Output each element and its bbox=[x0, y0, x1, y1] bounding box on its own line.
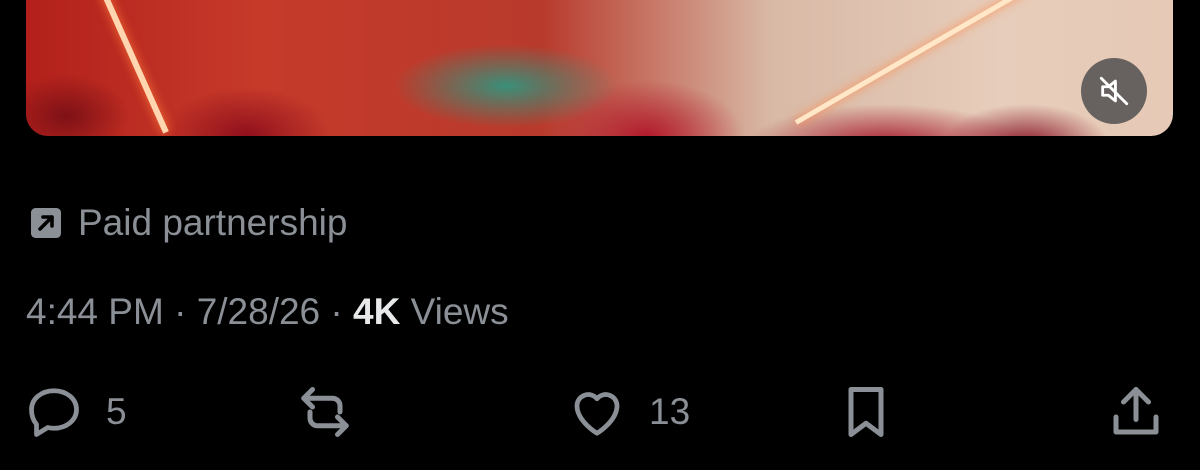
volume-muted-icon bbox=[1099, 76, 1129, 106]
like-button[interactable]: 13 bbox=[567, 382, 690, 442]
repost-icon bbox=[301, 387, 349, 437]
mute-button[interactable] bbox=[1081, 58, 1147, 124]
paid-partnership-arrow-icon bbox=[31, 208, 61, 238]
post-date[interactable]: 7/28/26 bbox=[197, 291, 320, 332]
video-thumbnail[interactable] bbox=[26, 0, 1173, 136]
heart-icon bbox=[574, 392, 620, 436]
bookmark-icon bbox=[848, 387, 884, 437]
reply-icon bbox=[29, 388, 79, 437]
views-count[interactable]: 4K bbox=[353, 291, 400, 332]
share-button[interactable] bbox=[1106, 382, 1166, 442]
paid-partnership-label[interactable]: Paid partnership bbox=[28, 202, 347, 244]
video-frame-crowd bbox=[26, 26, 1173, 136]
post-meta: 4:44 PM · 7/28/26 · 4K Views bbox=[26, 291, 509, 333]
meta-separator: · bbox=[330, 291, 343, 332]
reply-count: 5 bbox=[106, 391, 127, 432]
meta-separator: · bbox=[174, 291, 187, 332]
post-time[interactable]: 4:44 PM bbox=[26, 291, 164, 332]
like-count: 13 bbox=[649, 391, 691, 432]
reply-button[interactable]: 5 bbox=[24, 382, 127, 442]
paid-partnership-text: Paid partnership bbox=[78, 202, 348, 243]
repost-button[interactable] bbox=[295, 382, 377, 442]
bookmark-button[interactable] bbox=[836, 382, 896, 442]
action-bar: 5 13 bbox=[0, 382, 1200, 446]
views-label: Views bbox=[410, 291, 509, 332]
share-icon bbox=[1113, 387, 1159, 435]
